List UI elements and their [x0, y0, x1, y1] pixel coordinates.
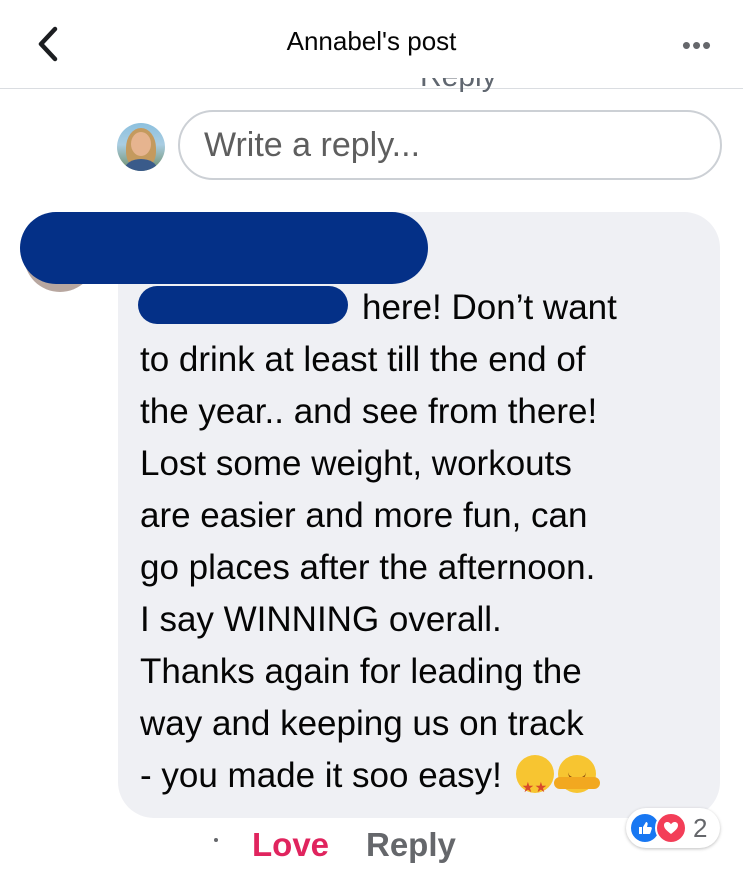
more-horizontal-icon: ••• — [681, 29, 713, 60]
comment-line: I say WINNING overall. — [140, 600, 502, 639]
comment-line: Lost some weight, workouts — [140, 444, 572, 483]
star-struck-emoji — [515, 755, 554, 813]
comment-text: here! Don’t want to drink at least till … — [140, 282, 720, 813]
redacted-author-name — [20, 212, 428, 284]
comment-line: go places after the afternoon. — [140, 548, 596, 587]
love-button[interactable]: Love — [252, 826, 329, 864]
redacted-text — [138, 286, 348, 324]
comment-line: to drink at least till the end of — [140, 340, 586, 379]
hugging-face-emoji — [553, 755, 600, 793]
separator-dot — [214, 838, 218, 842]
comment-line: Thanks again for leading the — [140, 652, 582, 691]
top-nav-bar: Annabel's post ••• — [0, 0, 743, 89]
page-title: Annabel's post — [286, 26, 457, 56]
comment-line: the year.. and see from there! — [140, 392, 598, 431]
comment-actions: Love Reply — [0, 820, 743, 876]
comment-line: are easier and more fun, can — [140, 496, 588, 535]
clipped-previous-reply-link: Reply — [420, 78, 520, 92]
current-user-avatar — [117, 123, 165, 171]
reply-input[interactable] — [178, 110, 722, 180]
reply-composer — [0, 108, 743, 186]
reply-button[interactable]: Reply — [366, 826, 456, 864]
comment-line: - you made it soo easy! — [140, 756, 502, 795]
comment-line: way and keeping us on track — [140, 704, 584, 743]
more-options-button[interactable]: ••• — [677, 30, 717, 60]
